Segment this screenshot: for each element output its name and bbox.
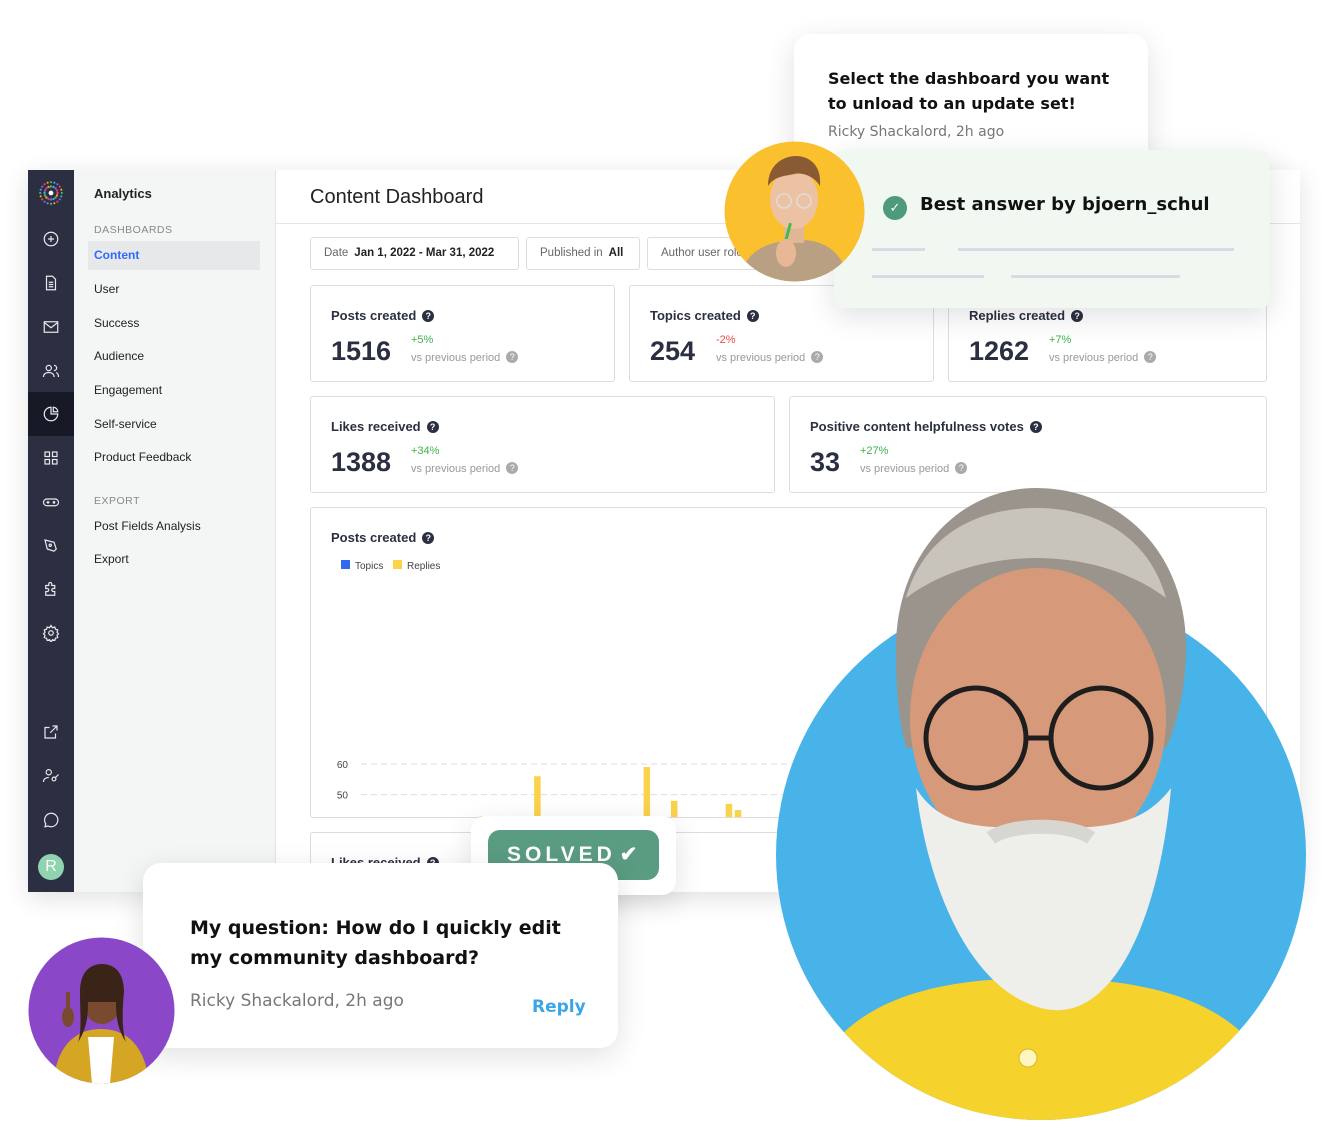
question-meta: Ricky Shackalord, 2h ago <box>190 991 404 1011</box>
popup-meta: Ricky Shackalord, 2h ago <box>828 124 1005 140</box>
question-popup-bottom: My question: How do I quickly edit my co… <box>143 863 618 1048</box>
settings-gear-icon[interactable] <box>28 613 74 653</box>
mail-icon[interactable] <box>28 307 74 347</box>
date-filter-label: Date <box>324 247 349 259</box>
placeholder-line <box>1011 275 1180 278</box>
question-text: My question: How do I quickly edit my co… <box>190 917 561 969</box>
section-dashboards: DASHBOARDS <box>94 224 173 236</box>
photo-bearded-man <box>776 488 1306 1120</box>
help-icon[interactable]: ? <box>1144 351 1157 363</box>
icon-rail: R <box>28 170 74 892</box>
metric-change: +7% <box>1049 334 1072 346</box>
external-link-icon[interactable] <box>28 712 74 752</box>
metric-label: Replies created <box>969 308 1066 323</box>
legend-swatch <box>341 560 350 569</box>
y-tick-label: 60 <box>337 760 349 771</box>
metric-vs: vs previous period <box>1049 352 1139 364</box>
subnav-title: Analytics <box>94 186 152 201</box>
users-icon[interactable] <box>28 351 74 391</box>
metric-change: +27% <box>860 445 889 457</box>
avatar-initial: R <box>38 854 64 880</box>
subnav-item-post-fields-analysis[interactable]: Post Fields Analysis <box>88 512 260 541</box>
bar-replies-jan-19 <box>534 776 541 817</box>
published-filter-value: All <box>608 247 624 259</box>
help-icon[interactable]: ? <box>506 462 519 474</box>
metric-value: 254 <box>650 336 696 366</box>
dashboards-subnav: Analytics DASHBOARDS Content User Succes… <box>74 170 276 892</box>
subnav-item-export[interactable]: Export <box>88 545 260 574</box>
metric-vs: vs previous period <box>411 352 501 364</box>
metric-change: +34% <box>411 445 440 457</box>
metric-label: Likes received <box>331 419 421 434</box>
placeholder-line <box>958 248 1234 251</box>
legend-swatch <box>393 560 402 569</box>
logo-icon <box>28 173 74 213</box>
gamepad-icon[interactable] <box>28 482 74 522</box>
placeholder-line <box>872 275 984 278</box>
pen-icon[interactable] <box>28 526 74 566</box>
date-filter[interactable]: Date Jan 1, 2022 - Mar 31, 2022 <box>310 237 519 270</box>
metric-value: 1516 <box>331 336 392 366</box>
subnav-item-content[interactable]: Content <box>88 241 260 270</box>
help-icon[interactable]: ? <box>506 351 519 363</box>
user-avatar[interactable]: R <box>28 847 74 887</box>
help-icon[interactable]: ? <box>746 310 759 322</box>
analytics-pie-icon[interactable] <box>28 392 74 436</box>
avatar-photo-woman <box>28 937 175 1084</box>
metric-vs: vs previous period <box>860 463 950 475</box>
best-answer-popup: ✓ Best answer by bjoern_schul <box>834 150 1270 308</box>
puzzle-icon[interactable] <box>28 570 74 610</box>
metric-card-helpfulness: Positive content helpfulness votes? 33 +… <box>789 396 1267 493</box>
grid-icon[interactable] <box>28 438 74 478</box>
bar-replies-jan-31 <box>643 767 651 817</box>
published-filter[interactable]: Published in All <box>526 237 640 270</box>
metric-label: Posts created <box>331 308 417 323</box>
bar-replies-feb-3 <box>670 800 678 817</box>
help-icon[interactable]: ? <box>955 462 968 474</box>
check-circle-icon: ✓ <box>883 196 907 220</box>
document-icon[interactable] <box>28 263 74 303</box>
metric-label: Topics created <box>650 308 741 323</box>
legend-label-topics: Topics <box>355 561 383 572</box>
subnav-item-success[interactable]: Success <box>88 309 260 338</box>
metric-label: Positive content helpfulness votes <box>810 419 1024 434</box>
metric-value: 1388 <box>331 447 392 477</box>
metric-value: 1262 <box>969 336 1030 366</box>
published-filter-label: Published in <box>540 247 603 259</box>
checkmark-icon: ✔ <box>619 843 642 866</box>
user-key-icon[interactable] <box>28 756 74 796</box>
metric-change: -2% <box>716 334 736 346</box>
subnav-item-product-feedback[interactable]: Product Feedback <box>88 443 260 472</box>
bar-replies-feb-9 <box>725 803 733 817</box>
subnav-item-self-service[interactable]: Self-service <box>88 410 260 439</box>
legend-label-replies: Replies <box>407 561 440 572</box>
placeholder-line <box>872 248 925 251</box>
bar-replies-feb-10 <box>734 810 742 817</box>
metric-value: 33 <box>810 447 841 477</box>
add-icon[interactable] <box>28 219 74 259</box>
best-answer-text: Best answer by bjoern_schul <box>920 194 1210 215</box>
y-tick-label: 50 <box>337 791 349 802</box>
section-export: EXPORT <box>94 495 140 507</box>
date-filter-value: Jan 1, 2022 - Mar 31, 2022 <box>354 247 495 259</box>
metric-card-posts: Posts created? 1516 +5% vs previous peri… <box>310 285 615 382</box>
page-title: Content Dashboard <box>310 186 484 208</box>
reply-link[interactable]: Reply <box>532 997 586 1017</box>
metric-card-likes: Likes received? 1388 +34% vs previous pe… <box>310 396 775 493</box>
help-icon[interactable]: ? <box>811 351 824 363</box>
subnav-item-user[interactable]: User <box>88 275 260 304</box>
help-icon[interactable]: ? <box>1071 310 1084 322</box>
help-icon[interactable]: ? <box>422 310 435 322</box>
metric-vs: vs previous period <box>716 352 806 364</box>
subnav-item-engagement[interactable]: Engagement <box>88 376 260 405</box>
popup-text: Select the dashboard you want to unload … <box>828 69 1110 113</box>
metric-change: +5% <box>411 334 434 346</box>
avatar-photo-man-thinking <box>724 141 865 282</box>
subnav-item-audience[interactable]: Audience <box>88 342 260 371</box>
help-icon[interactable]: ? <box>1029 421 1042 433</box>
help-icon[interactable]: ? <box>426 421 439 433</box>
metric-vs: vs previous period <box>411 463 501 475</box>
chat-icon[interactable] <box>28 800 74 840</box>
